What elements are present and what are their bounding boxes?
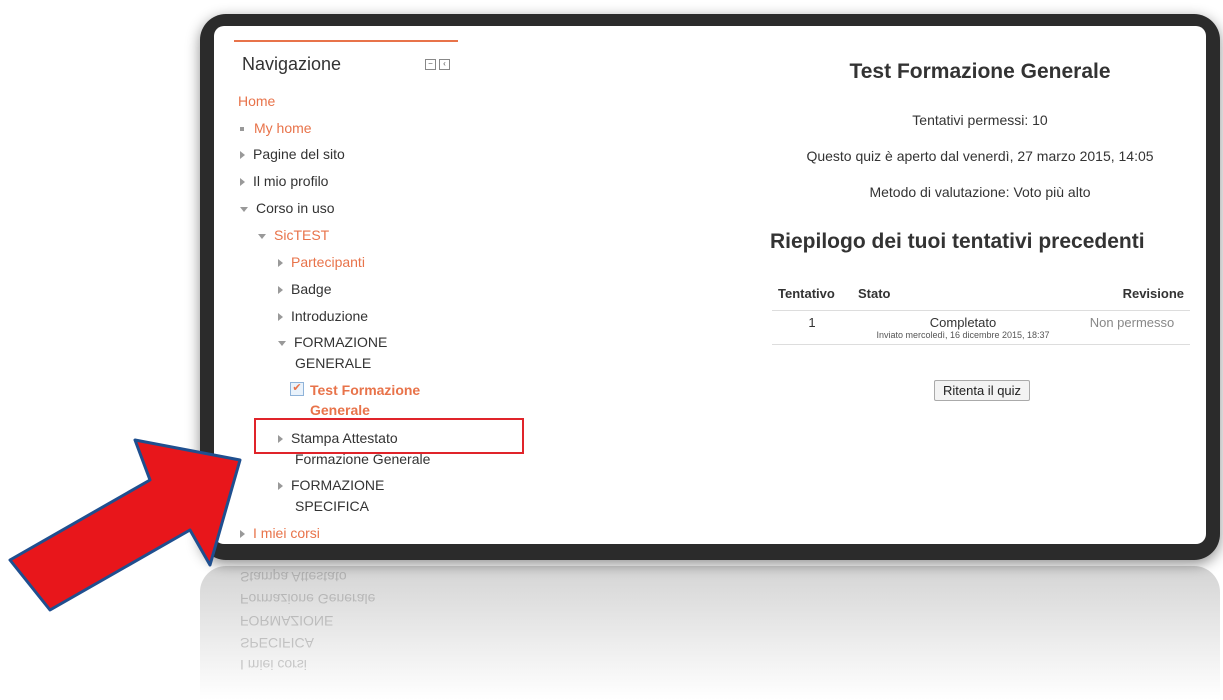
nav-item-il-mio-profilo[interactable]: Il mio profilo — [240, 173, 328, 189]
nav-accent-line — [234, 40, 458, 42]
attempt-submitted: Inviato mercoledì, 16 dicembre 2015, 18:… — [876, 330, 1050, 340]
nav-item-i-miei-corsi[interactable]: I miei corsi — [240, 525, 320, 541]
mirrored-line: I miei corsi — [240, 657, 307, 673]
attempts-table: Tentativo Stato Revisione 1 Completato I… — [772, 276, 1190, 345]
column-header-status: Stato — [852, 276, 1074, 311]
collapse-tree-icon — [240, 206, 248, 212]
nav-item-home[interactable]: Home — [238, 93, 275, 109]
retake-quiz-button[interactable]: Ritenta il quiz — [934, 380, 1031, 401]
expand-icon — [278, 286, 283, 295]
expand-icon — [278, 313, 283, 322]
nav-item-my-home[interactable]: My home — [240, 120, 312, 136]
table-header-row: Tentativo Stato Revisione — [772, 276, 1190, 311]
quiz-check-icon: ✔ — [290, 382, 304, 396]
mirrored-line: Formazione Generale — [240, 591, 376, 607]
nav-header: Navigazione − ‹ — [234, 48, 458, 80]
nav-item-formazione-specifica[interactable]: FORMAZIONE — [278, 477, 384, 493]
nav-item-formazione-generale[interactable]: FORMAZIONE — [278, 334, 387, 350]
nav-item-formazione-specifica-line2[interactable]: SPECIFICA — [295, 498, 369, 514]
mirrored-line: SPECIFICA — [240, 635, 314, 651]
attempt-status: Completato — [929, 315, 997, 330]
attempts-allowed: Tentativi permessi: 10 — [912, 112, 1048, 128]
nav-item-sictest[interactable]: SicTEST — [258, 227, 329, 243]
red-arrow-icon — [8, 438, 242, 612]
mirrored-line: FORMAZIONE — [240, 613, 334, 629]
column-header-attempt: Tentativo — [772, 276, 852, 311]
attempt-review: Non permesso — [1074, 310, 1190, 345]
collapse-tree-icon — [278, 340, 286, 346]
nav-title: Navigazione — [242, 53, 342, 74]
mirrored-nav: I miei corsi SPECIFICA FORMAZIONE Formaz… — [240, 566, 640, 676]
nav-item-pagine-del-sito[interactable]: Pagine del sito — [240, 146, 345, 162]
nav-item-formazione-generale-line2[interactable]: GENERALE — [295, 355, 371, 371]
collapse-tree-icon — [258, 233, 266, 239]
highlight-box — [254, 418, 524, 454]
screen: Navigazione − ‹ Home My home Pagine del … — [214, 26, 1206, 544]
nav-item-test-formazione-generale-line2[interactable]: Generale — [310, 402, 370, 418]
open-since: Questo quiz è aperto dal venerdì, 27 mar… — [806, 148, 1154, 164]
bullet-icon — [240, 127, 244, 132]
expand-icon — [278, 259, 283, 268]
table-row: 1 Completato Inviato mercoledì, 16 dicem… — [772, 310, 1190, 345]
dock-icon[interactable]: ‹ — [439, 58, 450, 70]
mirrored-line: Stampa Attestato — [240, 569, 347, 585]
attempt-number: 1 — [772, 310, 852, 345]
nav-item-partecipanti[interactable]: Partecipanti — [278, 254, 365, 270]
expand-icon — [278, 482, 283, 491]
nav-item-corso-in-uso[interactable]: Corso in uso — [240, 200, 335, 216]
nav-item-badge[interactable]: Badge — [278, 281, 331, 297]
column-header-review: Revisione — [1074, 276, 1190, 311]
nav-item-test-formazione-generale[interactable]: ✔ Test Formazione — [290, 382, 420, 398]
expand-icon — [240, 178, 245, 187]
nav-item-introduzione[interactable]: Introduzione — [278, 308, 368, 324]
screen-reflection: I miei corsi SPECIFICA FORMAZIONE Formaz… — [200, 566, 1220, 700]
attempt-status-cell: Completato Inviato mercoledì, 16 dicembr… — [852, 310, 1074, 345]
summary-title: Riepilogo dei tuoi tentativi precedenti — [770, 230, 1145, 253]
expand-icon — [240, 151, 245, 160]
navigation-block: Navigazione − ‹ — [234, 40, 458, 80]
grading-method: Metodo di valutazione: Voto più alto — [869, 184, 1091, 200]
nav-controls: − ‹ — [425, 58, 450, 70]
quiz-title: Test Formazione Generale — [849, 60, 1111, 83]
collapse-icon[interactable]: − — [425, 58, 436, 70]
